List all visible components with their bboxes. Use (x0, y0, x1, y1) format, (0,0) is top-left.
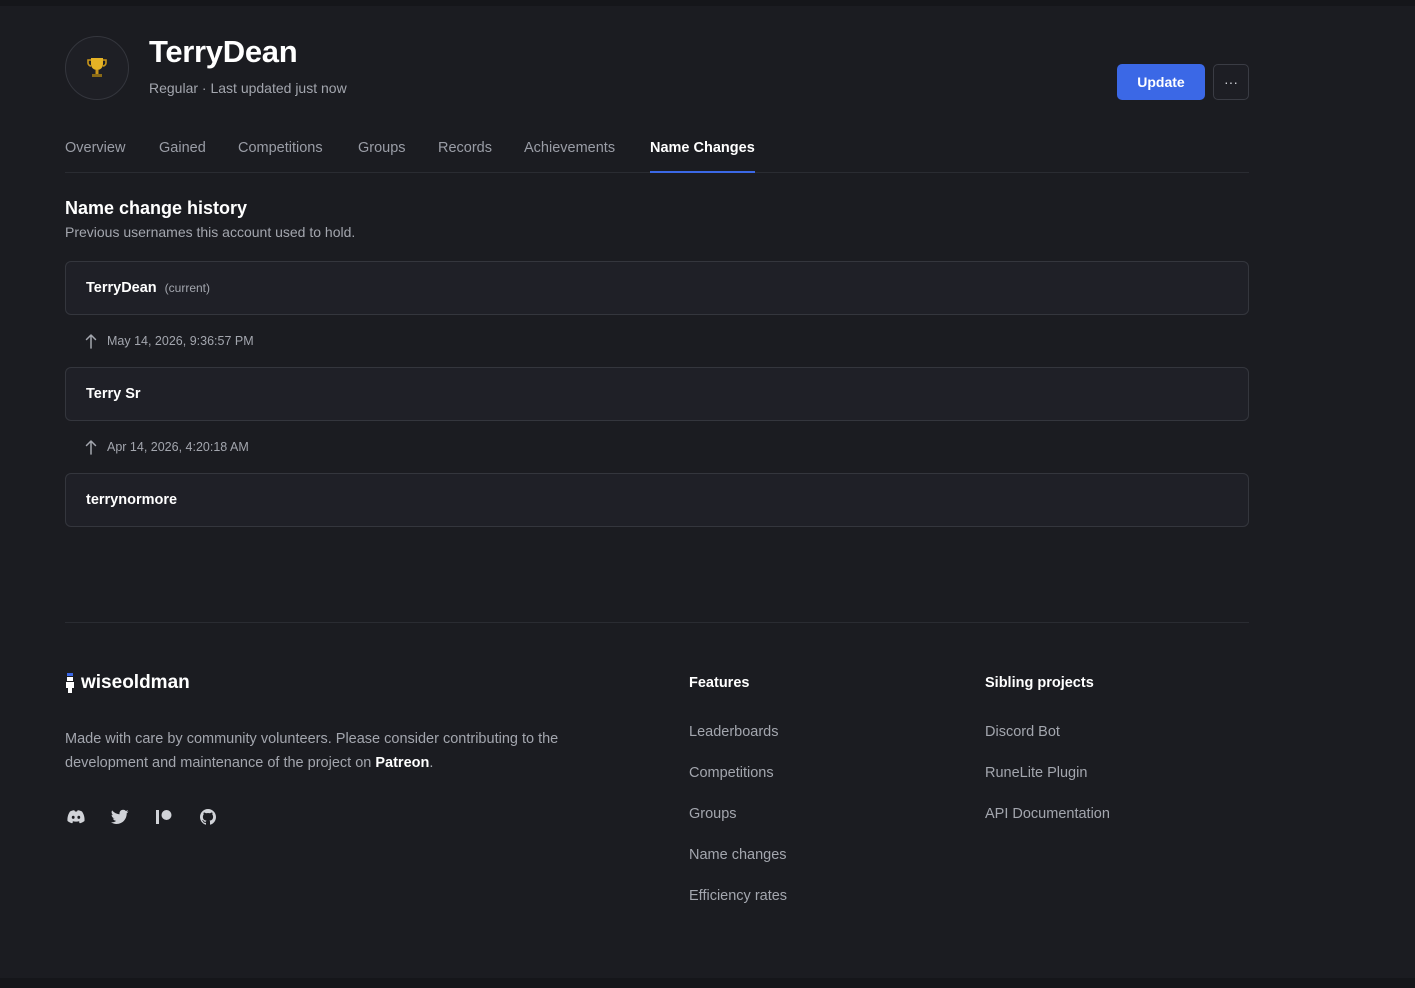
tab-groups[interactable]: Groups (358, 140, 406, 173)
section-title: Name change history (65, 198, 248, 218)
patreon-link[interactable]: Patreon (375, 755, 429, 771)
arrow-up-icon (85, 334, 97, 349)
player-name: TerryDean (149, 34, 298, 69)
previous-name: terrynormore (86, 492, 178, 508)
player-avatar (65, 36, 129, 100)
footer-link-runelite-plugin[interactable]: RuneLite Plugin (985, 765, 1087, 781)
name-change-date-row: Apr 14, 2026, 4:20:18 AM (85, 437, 249, 457)
more-options-icon: ··· (1224, 74, 1238, 90)
footer-logo[interactable]: wiseoldman (65, 672, 190, 694)
sibling-projects-title: Sibling projects (985, 675, 1094, 691)
github-icon (200, 809, 216, 825)
patreon-icon (156, 810, 172, 824)
footer-link-discord-bot[interactable]: Discord Bot (985, 724, 1060, 740)
footer-link-competitions[interactable]: Competitions (689, 765, 774, 781)
section-description: Previous usernames this account used to … (65, 224, 356, 240)
tab-name-changes[interactable]: Name Changes (650, 140, 755, 173)
patreon-social-link[interactable] (153, 806, 175, 828)
footer-logo-text: wiseoldman (81, 672, 190, 693)
footer-description-text: Made with care by community volunteers. … (65, 731, 559, 771)
profile-tabs: Overview Gained Competitions Groups Reco… (65, 140, 1249, 173)
tab-records[interactable]: Records (438, 140, 492, 173)
features-title: Features (689, 675, 750, 691)
trophy-icon (87, 58, 107, 77)
update-button[interactable]: Update (1117, 64, 1205, 100)
name-change-date: May 14, 2026, 9:36:57 PM (107, 334, 254, 348)
discord-link[interactable] (65, 806, 87, 828)
top-edge (0, 0, 1415, 6)
footer-description: Made with care by community volunteers. … (65, 727, 605, 775)
github-link[interactable] (197, 806, 219, 828)
more-options-button[interactable]: ··· (1213, 64, 1249, 100)
footer-link-leaderboards[interactable]: Leaderboards (689, 724, 779, 740)
wiseoldman-logo-icon (66, 673, 74, 693)
footer-link-name-changes[interactable]: Name changes (689, 847, 787, 863)
twitter-link[interactable] (109, 806, 131, 828)
footer-link-groups[interactable]: Groups (689, 806, 737, 822)
footer-link-api-documentation[interactable]: API Documentation (985, 806, 1110, 822)
tab-achievements[interactable]: Achievements (524, 140, 615, 173)
footer-divider (65, 622, 1249, 623)
name-card: Terry Sr (65, 367, 1249, 421)
current-name: TerryDean (86, 280, 157, 296)
footer-link-efficiency-rates[interactable]: Efficiency rates (689, 888, 787, 904)
discord-icon (67, 810, 85, 824)
previous-name: Terry Sr (86, 386, 141, 402)
arrow-up-icon (85, 440, 97, 455)
social-links (65, 806, 241, 828)
tab-overview[interactable]: Overview (65, 140, 125, 173)
name-card: terrynormore (65, 473, 1249, 527)
name-change-date: Apr 14, 2026, 4:20:18 AM (107, 440, 249, 454)
tab-competitions[interactable]: Competitions (238, 140, 323, 173)
current-tag: (current) (164, 281, 210, 295)
footer-description-end: . (429, 755, 434, 771)
bottom-edge (0, 978, 1415, 988)
name-change-date-row: May 14, 2026, 9:36:57 PM (85, 331, 254, 351)
name-card-current: TerryDean (current) (65, 261, 1249, 315)
tab-gained[interactable]: Gained (159, 140, 206, 173)
twitter-icon (111, 809, 129, 824)
player-subtitle: Regular · Last updated just now (149, 80, 347, 96)
